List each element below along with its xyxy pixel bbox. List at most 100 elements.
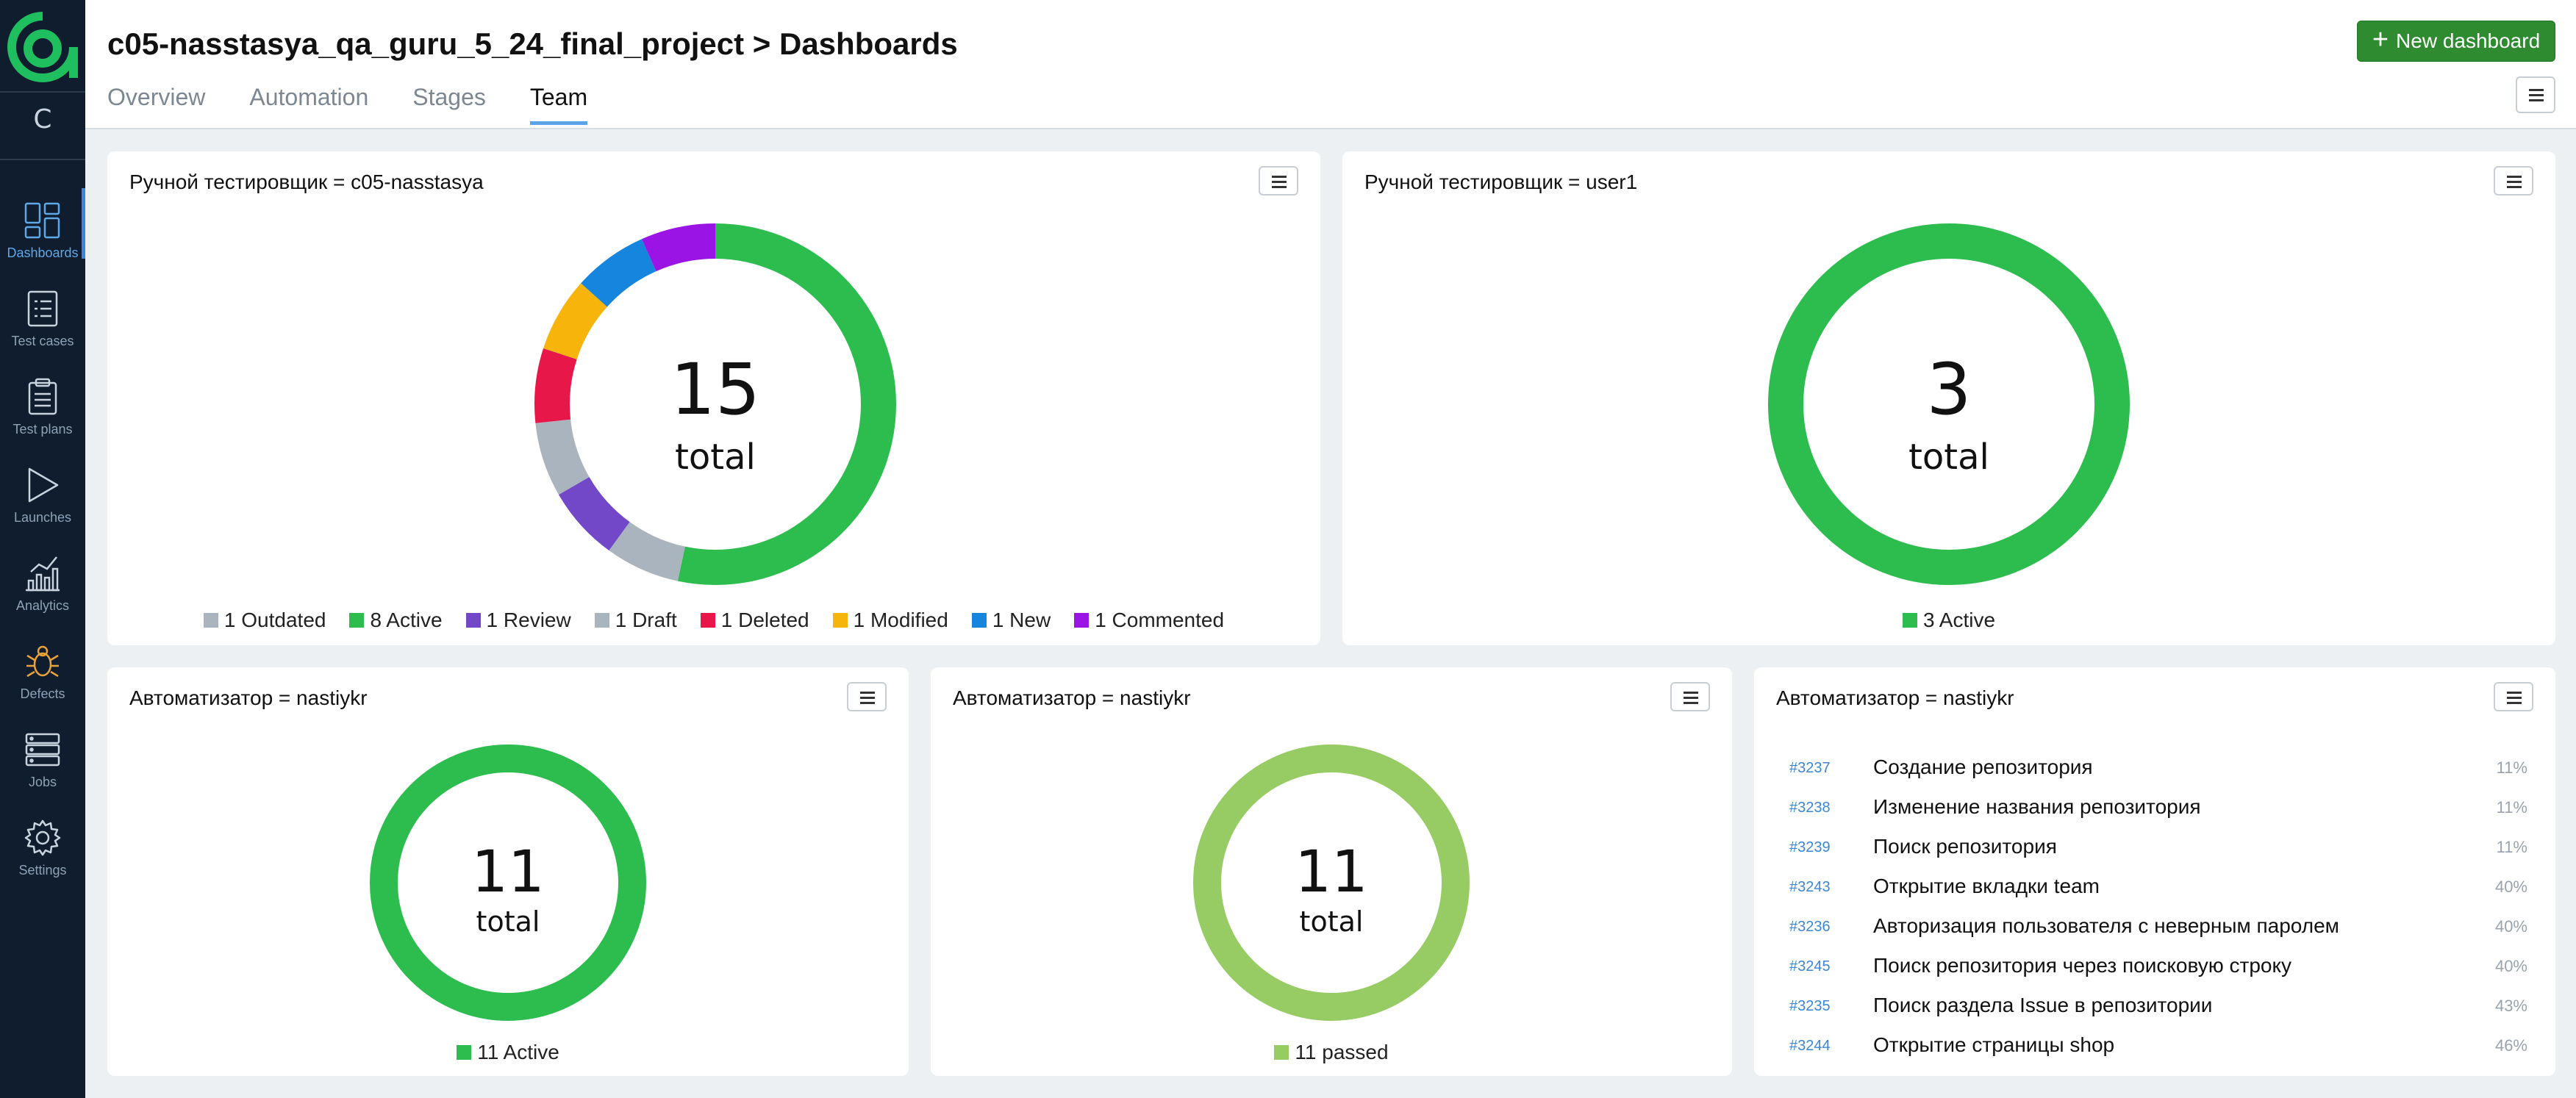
legend-item-modified[interactable]: 1 Modified: [832, 609, 948, 632]
test-case-id[interactable]: #3236: [1789, 919, 1831, 936]
total-label: total: [675, 437, 756, 478]
legend-item-deleted[interactable]: 1 Deleted: [700, 609, 809, 632]
total-count: 11: [471, 839, 545, 905]
sidebar-item-jobs[interactable]: Jobs: [0, 723, 85, 804]
legend-item-new[interactable]: 1 New: [971, 609, 1051, 632]
sidebar-item-defects[interactable]: Defects: [0, 635, 85, 716]
legend-item-active[interactable]: 8 Active: [349, 609, 443, 632]
test-case-percent: 40%: [2494, 878, 2527, 896]
legend-label: 8 Active: [370, 609, 443, 631]
list-item[interactable]: #3235 Поиск раздела Issue в репозитории 43…: [1754, 988, 2555, 1027]
chart-legend: 3 Active: [1342, 609, 2555, 632]
test-case-name: Открытие вкладки team: [1873, 875, 2100, 897]
sidebar-item-dashboards[interactable]: Dashboards: [0, 194, 85, 275]
test-case-name: Поиск репозитория через поисковую строку: [1873, 954, 2292, 977]
sidebar-divider: [0, 159, 85, 160]
legend-item-review[interactable]: 1 Review: [465, 609, 571, 632]
sidebar-item-label: Test cases: [11, 334, 74, 348]
tab-automation[interactable]: Automation: [249, 84, 368, 125]
test-case-percent: 40%: [2494, 957, 2527, 975]
legend-item-passed[interactable]: 11 passed: [1274, 1041, 1389, 1064]
sidebar-item-label: Settings: [18, 863, 67, 878]
test-case-percent: 40%: [2494, 917, 2527, 936]
total-label: total: [476, 905, 540, 938]
sidebar-item-analytics[interactable]: Analytics: [0, 547, 85, 628]
legend-swatch: [457, 1045, 472, 1060]
test-case-id[interactable]: #3243: [1789, 879, 1831, 896]
legend-label: 1 Modified: [853, 609, 948, 631]
legend-label: 3 Active: [1922, 609, 1996, 631]
widget-menu-button[interactable]: [847, 682, 887, 711]
sidebar-item-launches[interactable]: Launches: [0, 459, 85, 539]
list-item[interactable]: #3243 Открытие вкладки team 40%: [1754, 869, 2555, 908]
legend-swatch: [1074, 613, 1090, 628]
widget-title: Ручной тестировщик = c05-nasstasya: [129, 171, 484, 193]
chart-legend: 11 passed: [931, 1041, 1732, 1064]
list-item[interactable]: #3244 Открытие страницы shop 46%: [1754, 1027, 2555, 1067]
widget-title: Автоматизатор = nastiykr: [953, 686, 1191, 709]
widget-menu-button[interactable]: [2494, 166, 2533, 195]
widget-auto-active: Автоматизатор = nastiykr 11 total 11 Act…: [107, 667, 909, 1076]
widget-title: Автоматизатор = nastiykr: [129, 686, 368, 709]
project-avatar[interactable]: C: [0, 104, 85, 134]
chart-legend: 1 Outdated 8 Active 1 Review 1 Draft 1 Delet…: [107, 609, 1320, 632]
test-case-id[interactable]: #3245: [1789, 958, 1831, 975]
legend-item-outdated[interactable]: 1 Outdated: [203, 609, 326, 632]
tab-overview[interactable]: Overview: [107, 84, 205, 125]
widget-auto-passed: Автоматизатор = nastiykr 11 total 11 pas…: [931, 667, 1732, 1076]
widget-menu-button[interactable]: [1670, 682, 1710, 711]
widget-manual-user1: Ручной тестировщик = user1 3 total 3 Act…: [1342, 151, 2555, 645]
dashboards-icon: [24, 202, 60, 239]
total-count: 3: [1926, 348, 1972, 431]
header-menu-button[interactable]: [2516, 76, 2555, 113]
sidebar-item-label: Test plans: [12, 422, 73, 437]
legend-swatch: [594, 613, 609, 628]
sidebar-item-label: Jobs: [28, 775, 57, 789]
allure-logo-icon[interactable]: [6, 10, 79, 84]
test-case-name: Создание репозитория: [1873, 756, 2093, 778]
test-case-percent: 11%: [2496, 798, 2527, 817]
legend-item-active[interactable]: 3 Active: [1902, 609, 1996, 632]
settings-icon: [24, 819, 61, 856]
legend-swatch: [349, 613, 365, 628]
legend-swatch: [1902, 613, 1917, 628]
list-item[interactable]: #3238 Изменение названия репозитория 11%: [1754, 789, 2555, 829]
legend-item-draft[interactable]: 1 Draft: [594, 609, 677, 632]
list-item[interactable]: #3245 Поиск репозитория через поисковую с…: [1754, 948, 2555, 988]
test-case-id[interactable]: #3244: [1789, 1038, 1831, 1055]
page-title: c05-nasstasya_qa_guru_5_24_final_project…: [107, 26, 958, 61]
list-item[interactable]: #3239 Поиск репозитория 11%: [1754, 829, 2555, 869]
legend-swatch: [203, 613, 218, 628]
total-label: total: [1299, 905, 1364, 938]
sidebar-item-test-cases[interactable]: Test cases: [0, 282, 85, 363]
list-item[interactable]: #3236 Авторизация пользователя с неверным…: [1754, 908, 2555, 948]
legend-item-active[interactable]: 11 Active: [457, 1041, 559, 1064]
legend-swatch: [971, 613, 987, 628]
legend-item-commented[interactable]: 1 Commented: [1074, 609, 1224, 632]
widget-title: Автоматизатор = nastiykr: [1776, 686, 2014, 709]
total-count: 11: [1295, 839, 1368, 905]
test-case-id[interactable]: #3239: [1789, 839, 1831, 856]
widget-title: Ручной тестировщик = user1: [1364, 171, 1638, 193]
page-header: c05-nasstasya_qa_guru_5_24_final_project…: [85, 0, 2576, 129]
legend-label: 1 Draft: [615, 609, 677, 631]
legend-label: 1 Deleted: [720, 609, 809, 631]
sidebar: C Dashboards Test cases Test plans Launc…: [0, 0, 85, 1098]
tab-stages[interactable]: Stages: [412, 84, 486, 125]
widget-auto-testcases: Автоматизатор = nastiykr #3237 Создание р…: [1754, 667, 2555, 1076]
sidebar-item-settings[interactable]: Settings: [0, 811, 85, 892]
legend-swatch: [1274, 1045, 1289, 1060]
list-item[interactable]: #3237 Создание репозитория 11%: [1754, 750, 2555, 789]
test-case-id[interactable]: #3235: [1789, 998, 1831, 1015]
new-dashboard-button[interactable]: + New dashboard: [2357, 21, 2555, 62]
total-count: 15: [670, 348, 761, 431]
widget-menu-button[interactable]: [1259, 166, 1298, 195]
sidebar-item-test-plans[interactable]: Test plans: [0, 370, 85, 451]
test-case-id[interactable]: #3237: [1789, 760, 1831, 777]
legend-label: 1 New: [992, 609, 1051, 631]
tab-team[interactable]: Team: [529, 84, 588, 125]
sidebar-divider: [0, 91, 85, 93]
test-case-id[interactable]: #3238: [1789, 800, 1831, 817]
widget-menu-button[interactable]: [2494, 682, 2533, 711]
legend-label: 1 Outdated: [223, 609, 326, 631]
